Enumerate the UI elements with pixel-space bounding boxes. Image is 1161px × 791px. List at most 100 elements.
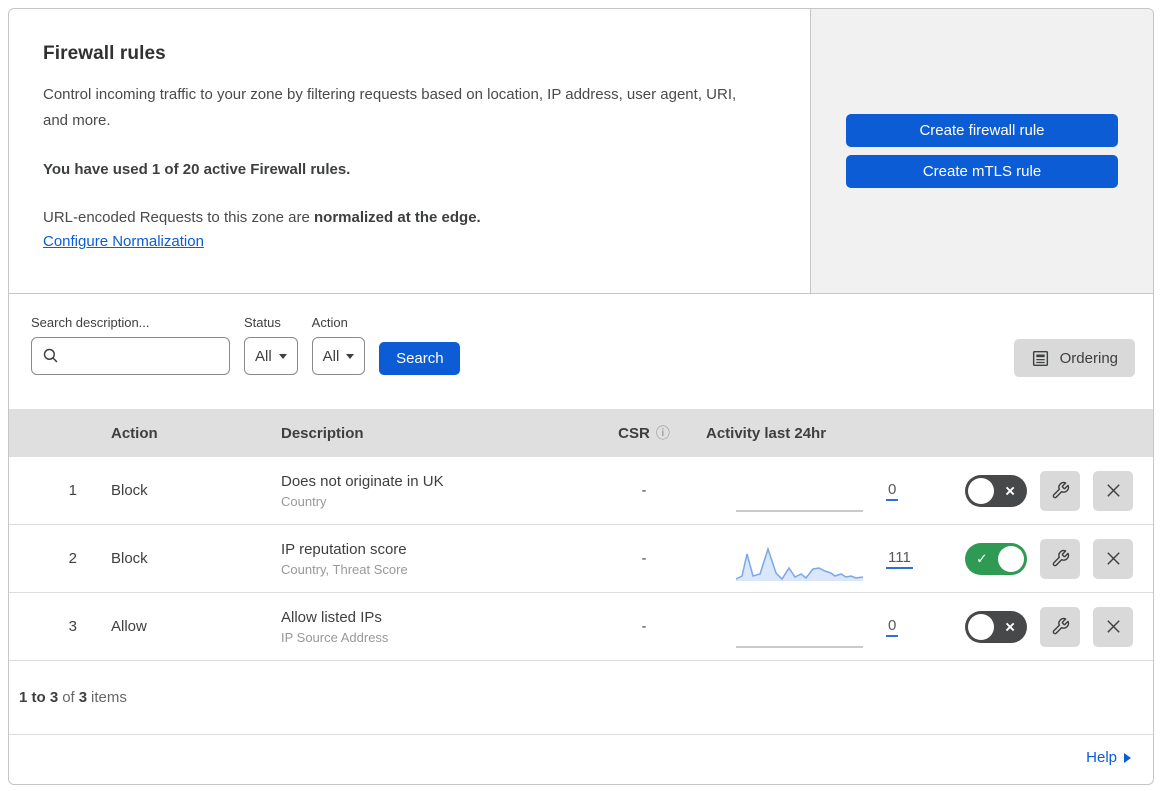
- pagination-summary: 1 to 3 of 3 items: [9, 661, 1153, 735]
- action-selected-value: All: [322, 347, 340, 365]
- search-icon: [42, 347, 60, 365]
- table-row: 2 Block IP reputation score Country, Thr…: [9, 525, 1153, 593]
- action-label: Action: [311, 315, 348, 330]
- rule-description-cell: Allow listed IPs IP Source Address: [269, 609, 594, 645]
- rule-action: Block: [111, 550, 148, 567]
- ordering-label: Ordering: [1059, 349, 1118, 367]
- table-header-row: Action Description CSR ⓘ Activity last 2…: [9, 409, 1153, 457]
- wrench-icon: [1051, 617, 1070, 636]
- status-selected-value: All: [255, 347, 272, 365]
- rule-action: Allow: [111, 618, 147, 635]
- pagination-range: 1 to 3: [19, 689, 59, 706]
- rule-controls-cell: ✓ ×: [956, 606, 1153, 647]
- activity-sparkline: [735, 546, 864, 581]
- rule-criteria: Country: [281, 493, 327, 509]
- page-description: Control incoming traffic to your zone by…: [43, 86, 737, 129]
- pagination-total: 3: [78, 689, 88, 706]
- rule-action: Block: [111, 482, 148, 499]
- rule-criteria: Country, Threat Score: [281, 561, 408, 577]
- search-button[interactable]: Search: [379, 342, 461, 375]
- rule-priority: 2: [68, 550, 77, 567]
- chevron-down-icon: [278, 353, 287, 359]
- rule-controls-cell: ✓ ×: [956, 470, 1153, 511]
- activity-column-header: Activity last 24hr: [706, 424, 827, 442]
- search-label: Search description...: [31, 315, 150, 330]
- rule-description-cell: Does not originate in UK Country: [269, 473, 594, 509]
- usage-summary: You have used 1 of 20 active Firewall ru…: [43, 161, 351, 178]
- info-icon[interactable]: ⓘ: [656, 423, 670, 443]
- activity-count-link[interactable]: 111: [886, 549, 913, 569]
- status-label: Status: [244, 315, 281, 330]
- toggle-knob: [998, 545, 1024, 572]
- activity-sparkline: [736, 645, 863, 648]
- rule-controls-cell: ✓ ×: [956, 538, 1153, 579]
- help-row: Help: [9, 735, 1153, 780]
- table-row: 3 Allow Allow listed IPs IP Source Addre…: [9, 593, 1153, 661]
- wrench-icon: [1051, 481, 1070, 500]
- normalization-note: URL-encoded Requests to this zone are no…: [43, 209, 780, 226]
- rule-description: Does not originate in UK: [281, 472, 444, 490]
- search-box[interactable]: [31, 337, 230, 375]
- page-title: Firewall rules: [43, 43, 166, 64]
- rule-priority: 3: [68, 618, 77, 635]
- table-row: 1 Block Does not originate in UK Country…: [9, 457, 1153, 525]
- delete-rule-button[interactable]: [1093, 470, 1133, 511]
- toggle-knob: [968, 613, 994, 640]
- status-filter-group: Status All: [244, 315, 298, 375]
- close-icon: [1104, 617, 1123, 636]
- ordering-list-icon: [1031, 349, 1050, 368]
- rule-enabled-toggle[interactable]: ✓ ×: [965, 474, 1027, 507]
- rule-csr-value: -: [641, 550, 647, 567]
- firewall-rules-panel: Firewall rules Control incoming traffic …: [8, 8, 1154, 785]
- csr-column-header: CSR ⓘ: [618, 423, 670, 443]
- rule-description: IP reputation score: [281, 540, 407, 558]
- toggle-knob: [968, 477, 994, 504]
- delete-rule-button[interactable]: [1093, 606, 1133, 647]
- search-group: Search description...: [31, 315, 230, 375]
- chevron-down-icon: [346, 353, 355, 359]
- x-icon: ×: [1005, 481, 1015, 500]
- check-icon: ✓: [976, 550, 988, 566]
- activity-sparkline: [736, 509, 863, 512]
- rule-activity-cell: 0: [694, 469, 956, 513]
- ordering-button[interactable]: Ordering: [1013, 339, 1135, 377]
- normalization-bold-text: normalized at the edge.: [314, 209, 481, 226]
- rule-enabled-toggle[interactable]: ✓ ×: [965, 610, 1027, 643]
- rule-description-cell: IP reputation score Country, Threat Scor…: [269, 541, 594, 577]
- rule-csr-value: -: [641, 482, 647, 499]
- description-column-header: Description: [281, 424, 364, 442]
- actions-panel: Create firewall rule Create mTLS rule: [810, 9, 1153, 293]
- edit-rule-button[interactable]: [1040, 538, 1080, 579]
- wrench-icon: [1051, 549, 1070, 568]
- x-icon: ×: [1005, 617, 1015, 636]
- rule-enabled-toggle[interactable]: ✓ ×: [965, 542, 1027, 575]
- rule-priority: 1: [68, 482, 77, 499]
- action-filter-group: Action All: [311, 315, 366, 375]
- rule-activity-cell: 111: [694, 537, 956, 581]
- help-label: Help: [1086, 749, 1117, 766]
- delete-rule-button[interactable]: [1093, 538, 1133, 579]
- intro-text-block: Firewall rules Control incoming traffic …: [9, 9, 810, 293]
- rule-activity-cell: 0: [694, 605, 956, 649]
- rule-csr-value: -: [641, 618, 647, 635]
- activity-count-link[interactable]: 0: [886, 617, 899, 637]
- action-select[interactable]: All: [311, 337, 366, 375]
- help-arrow-icon: [1124, 752, 1131, 763]
- edit-rule-button[interactable]: [1040, 470, 1080, 511]
- rule-description: Allow listed IPs: [281, 608, 382, 626]
- create-mtls-rule-button[interactable]: Create mTLS rule: [846, 155, 1118, 188]
- intro-section: Firewall rules Control incoming traffic …: [9, 9, 1153, 294]
- configure-normalization-link[interactable]: Configure Normalization: [43, 233, 204, 250]
- help-link[interactable]: Help: [1086, 749, 1131, 766]
- activity-count-link[interactable]: 0: [886, 481, 899, 501]
- rule-criteria: IP Source Address: [281, 629, 389, 645]
- create-firewall-rule-button[interactable]: Create firewall rule: [846, 114, 1118, 147]
- search-input[interactable]: [68, 348, 218, 364]
- close-icon: [1104, 549, 1123, 568]
- edit-rule-button[interactable]: [1040, 606, 1080, 647]
- status-select[interactable]: All: [244, 337, 298, 375]
- action-column-header: Action: [111, 424, 158, 442]
- filters-bar: Search description... Status All Action: [9, 294, 1153, 409]
- normalization-text: URL-encoded Requests to this zone are: [43, 209, 314, 226]
- close-icon: [1104, 481, 1123, 500]
